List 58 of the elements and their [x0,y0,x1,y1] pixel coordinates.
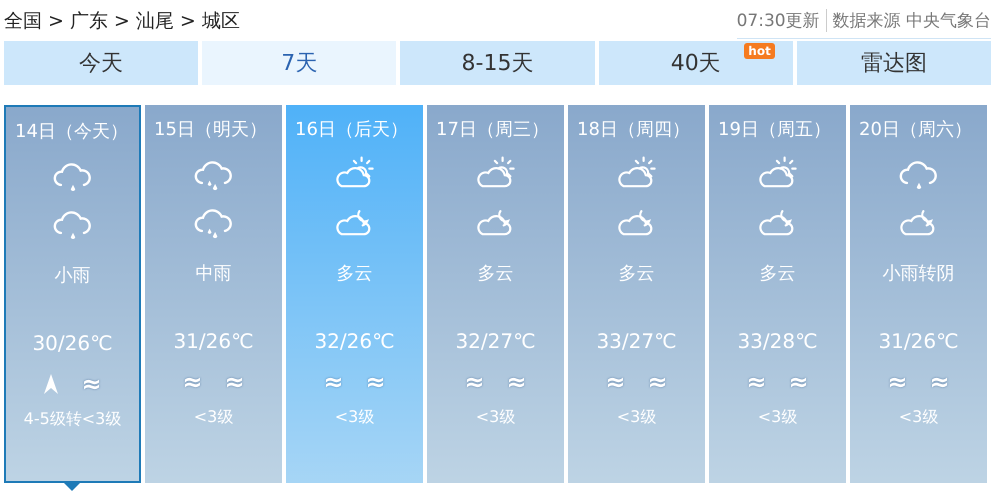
weather-text: 多云 [618,262,654,285]
weather-text: 多云 [336,262,372,285]
temperature: 31/26℃ [878,329,959,353]
breadcrumb-separator: > [180,10,196,32]
wind-level: <3级 [476,407,516,428]
calm-wind-symbol: ≈ [182,368,202,396]
calm-wind-symbol: ≈ [323,368,344,396]
calm-wind-symbol: ≈ [464,368,484,396]
weather-text: 中雨 [196,262,232,285]
wind-level: <3级 [194,407,234,428]
temperature: 31/26℃ [173,329,254,353]
weather-text: 小雨转阴 [882,262,954,285]
calm-wind-symbol: ≈ [605,368,626,396]
tab[interactable]: 8-15天 [400,41,595,85]
tab[interactable]: 雷达图 [796,41,992,85]
temperature: 33/27℃ [596,329,677,353]
temperature: 30/26℃ [32,331,113,355]
tab[interactable]: 今天 [4,41,198,85]
temperature: 33/28℃ [737,329,818,353]
wind-level: <3级 [616,407,656,428]
temperature: 32/27℃ [455,329,536,353]
wind-level: <3级 [334,407,374,428]
calm-wind-symbol: ≈ [81,370,102,398]
hot-badge: hot [744,43,775,59]
wind-level: <3级 [758,407,798,428]
weather-text: 多云 [760,262,796,285]
day-date: 15日（明天） [153,118,267,141]
wind-level: <3级 [898,407,938,428]
day-date: 17日（周三） [435,118,549,141]
day-date: 19日（周五） [717,118,831,141]
breadcrumb-separator: > [48,10,64,32]
breadcrumb-separator: > [114,10,130,32]
calm-wind-symbol: ≈ [930,368,950,396]
breadcrumb-link[interactable]: 汕尾 [136,8,174,34]
calm-wind-symbol: ≈ [788,368,809,396]
breadcrumb-link[interactable]: 城区 [202,8,240,34]
day-date: 18日（周四） [576,118,690,141]
wind-direction-icon [43,373,60,395]
data-source: 数据来源 中央气象台 [832,10,991,32]
tab[interactable]: 40天 hot [598,41,793,85]
calm-wind-symbol: ≈ [746,368,766,396]
calm-wind-symbol: ≈ [366,368,386,396]
weather-text: 多云 [478,262,514,285]
wind-level: 4-5级转<3级 [24,409,122,430]
breadcrumb-link[interactable]: 广东 [70,8,108,34]
day-date: 20日（周六） [858,118,972,141]
breadcrumb-link[interactable]: 全国 [4,8,42,34]
calm-wind-symbol: ≈ [224,368,245,396]
day-date: 14日（今天） [14,120,128,143]
tab[interactable]: 7天 [202,41,396,85]
update-time: 07:30更新 [736,9,827,32]
calm-wind-symbol: ≈ [887,368,908,396]
temperature: 32/26℃ [314,329,395,353]
day-date: 16日（后天） [294,118,408,141]
calm-wind-symbol: ≈ [648,368,668,396]
pointer-icon [63,482,81,491]
weather-text: 小雨 [54,264,90,287]
calm-wind-symbol: ≈ [506,368,527,396]
